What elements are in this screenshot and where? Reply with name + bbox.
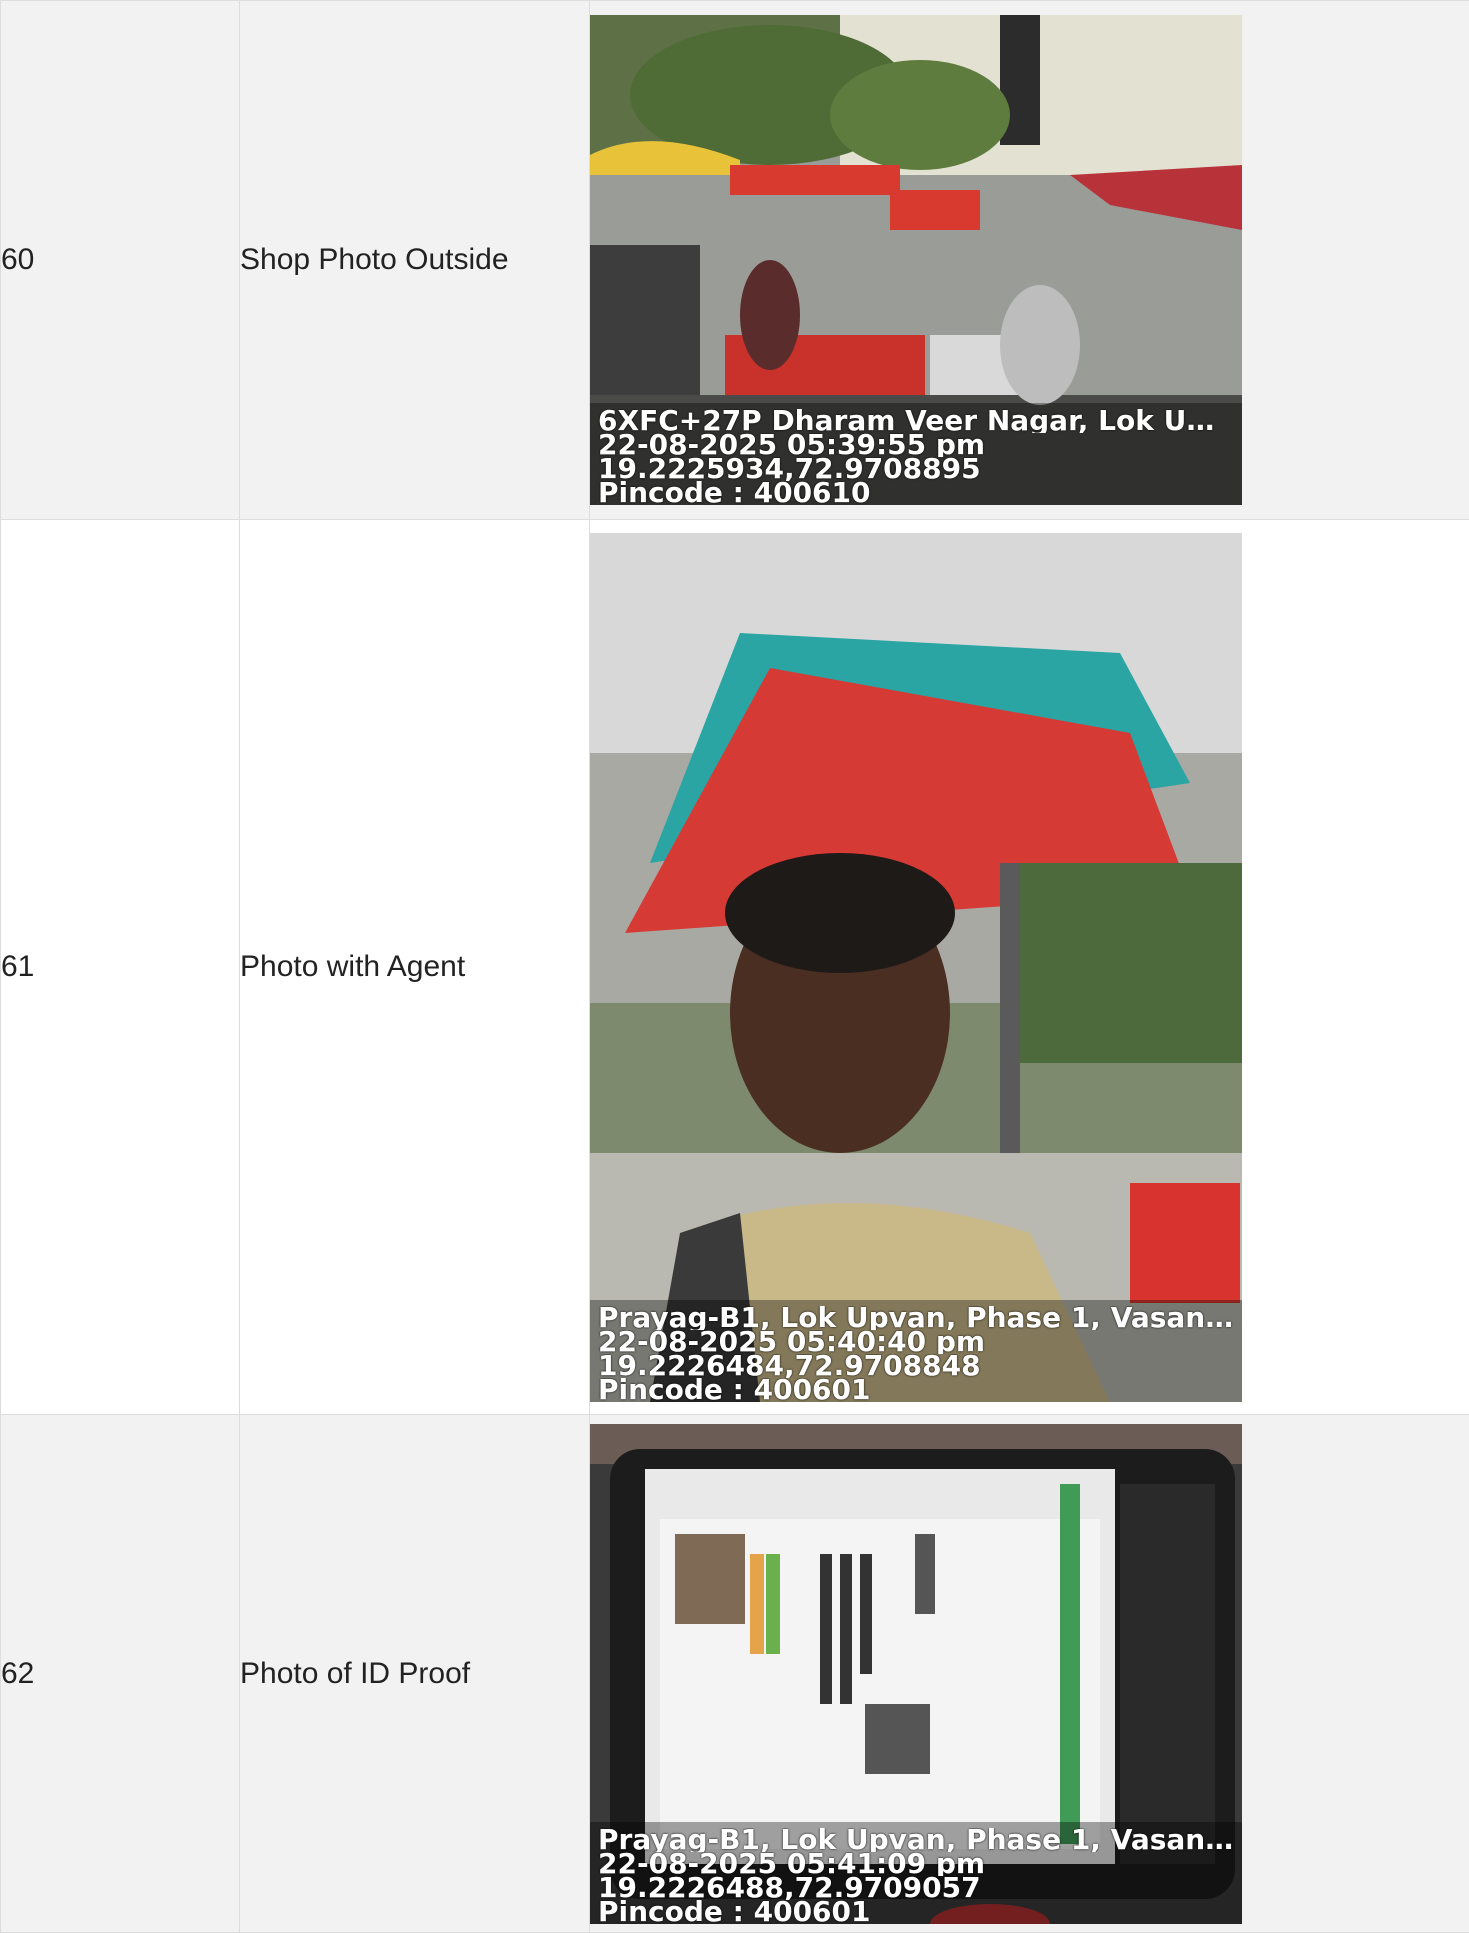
row-label: Photo with Agent	[240, 520, 590, 1415]
geotag-datetime: 22-08-2025 05:39:55 pm	[598, 433, 1234, 457]
geotag-pincode: Pincode : 400601	[598, 1378, 1234, 1402]
row-label: Shop Photo Outside	[240, 1, 590, 520]
agent-selfie-image	[590, 533, 1242, 1402]
geotag-datetime: 22-08-2025 05:41:09 pm	[598, 1852, 1234, 1876]
row-number: 60	[1, 1, 240, 520]
geotag-coordinates: 19.2226488,72.9709057	[598, 1876, 1234, 1900]
id-proof-photo[interactable]: Prayag-B1, Lok Upvan, Phase 1, Vasant ..…	[590, 1424, 1242, 1924]
table-row: 60 Shop Photo Outside	[1, 1, 1469, 520]
geotag-coordinates: 19.2226484,72.9708848	[598, 1354, 1234, 1378]
row-number: 61	[1, 520, 240, 1415]
row-number: 62	[1, 1415, 240, 1933]
geotag-address: Prayag-B1, Lok Upvan, Phase 1, Vasant ..…	[598, 1306, 1234, 1330]
photo-cell: Prayag-B1, Lok Upvan, Phase 1, Vasant ..…	[590, 520, 1469, 1415]
geotag-stamp: 6XFC+27P Dharam Veer Nagar, Lok Upvan, .…	[590, 403, 1242, 505]
geotag-pincode: Pincode : 400610	[598, 481, 1234, 505]
geotag-pincode: Pincode : 400601	[598, 1900, 1234, 1924]
row-label: Photo of ID Proof	[240, 1415, 590, 1933]
photo-evidence-table: 60 Shop Photo Outside	[0, 0, 1469, 1933]
geotag-address: 6XFC+27P Dharam Veer Nagar, Lok Upvan, .…	[598, 409, 1234, 433]
geotag-datetime: 22-08-2025 05:40:40 pm	[598, 1330, 1234, 1354]
geotag-stamp: Prayag-B1, Lok Upvan, Phase 1, Vasant ..…	[590, 1300, 1242, 1402]
geotag-address: Prayag-B1, Lok Upvan, Phase 1, Vasant ..…	[598, 1828, 1234, 1852]
agent-photo[interactable]: Prayag-B1, Lok Upvan, Phase 1, Vasant ..…	[590, 533, 1242, 1402]
photo-cell: Prayag-B1, Lok Upvan, Phase 1, Vasant ..…	[590, 1415, 1469, 1933]
table-row: 61 Photo with Agent	[1, 520, 1469, 1415]
table-row: 62 Photo of ID Proof	[1, 1415, 1469, 1933]
shop-outside-photo[interactable]: 6XFC+27P Dharam Veer Nagar, Lok Upvan, .…	[590, 15, 1242, 505]
photo-cell: 6XFC+27P Dharam Veer Nagar, Lok Upvan, .…	[590, 1, 1469, 520]
geotag-coordinates: 19.2225934,72.9708895	[598, 457, 1234, 481]
geotag-stamp: Prayag-B1, Lok Upvan, Phase 1, Vasant ..…	[590, 1822, 1242, 1924]
